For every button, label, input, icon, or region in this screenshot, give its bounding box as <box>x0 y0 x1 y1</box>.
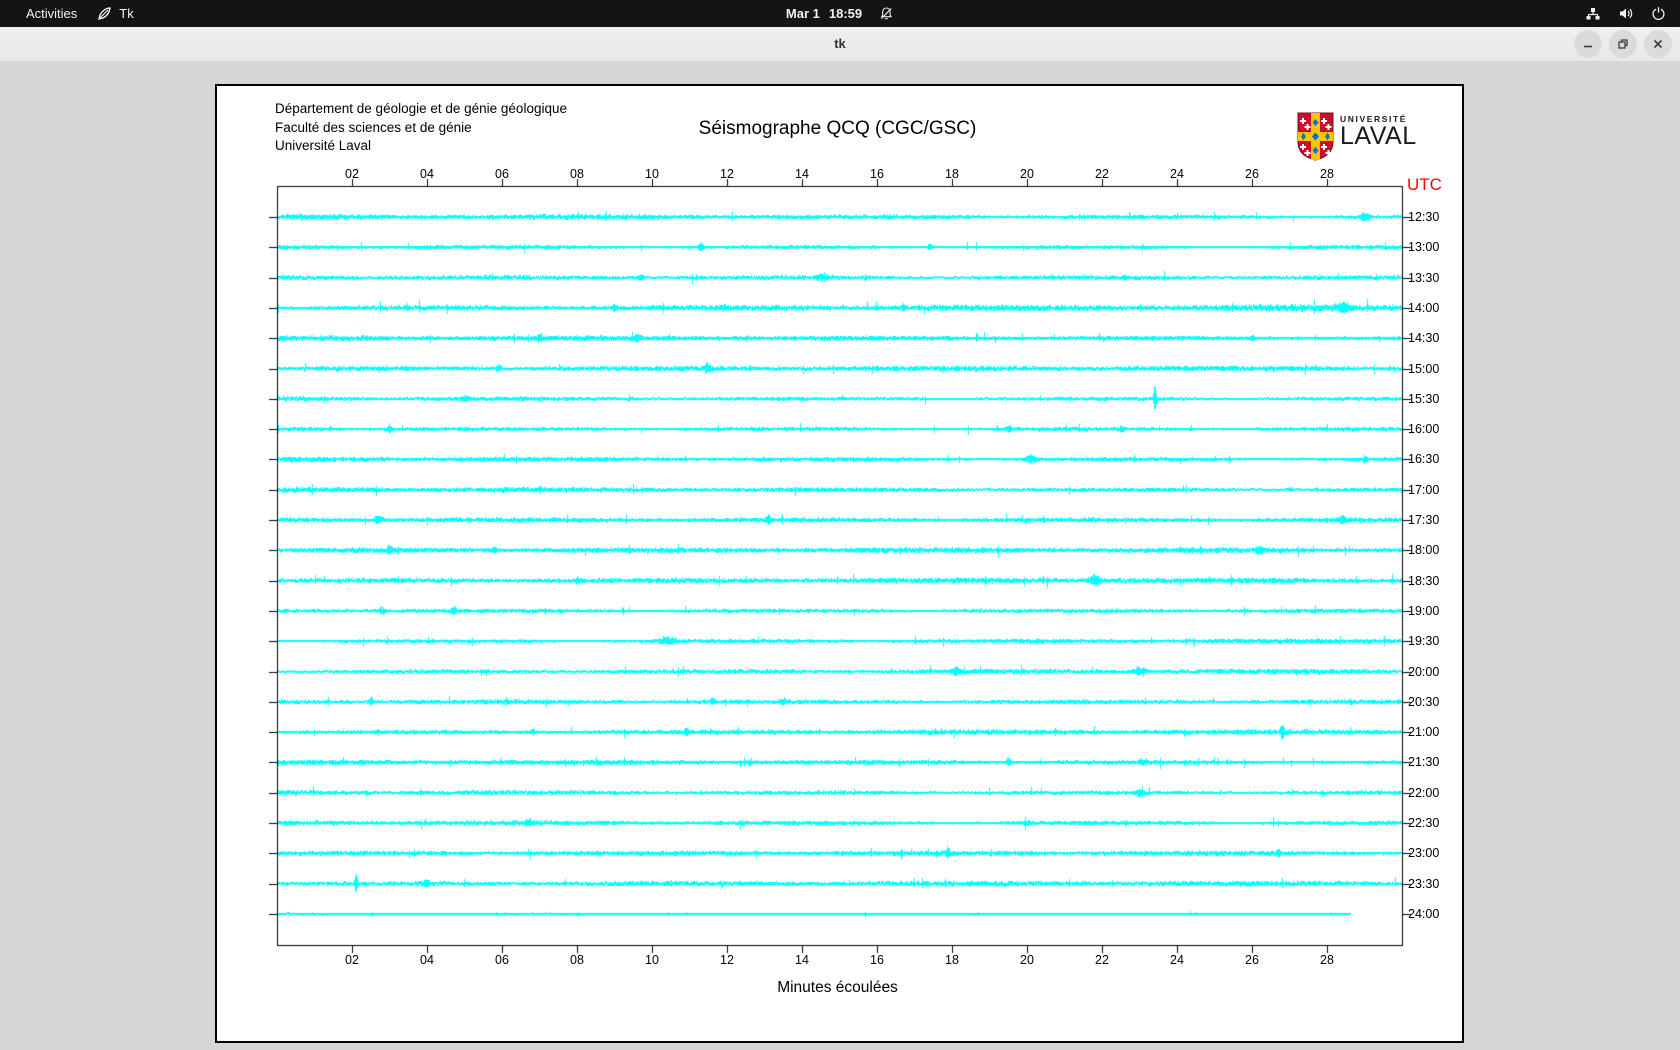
time-label: 12:30 <box>1408 210 1440 224</box>
x-tick-label-bottom: 06 <box>495 953 509 967</box>
x-tick-label-top: 18 <box>945 167 959 181</box>
x-tick-label-bottom: 26 <box>1245 953 1259 967</box>
time-label: 20:00 <box>1408 664 1440 679</box>
logo-laval-label: LAVAL <box>1340 122 1417 150</box>
x-tick-label-bottom: 24 <box>1170 953 1184 967</box>
time-label: 20:30 <box>1408 694 1440 709</box>
wired-network-icon <box>1585 6 1601 21</box>
x-tick-label-bottom: 20 <box>1020 953 1034 967</box>
window-titlebar: tk <box>0 27 1680 62</box>
minimize-button[interactable] <box>1574 30 1602 58</box>
seismogram-canvas <box>217 86 1462 1041</box>
time-label: 15:00 <box>1408 361 1440 376</box>
time-label: 21:30 <box>1408 755 1440 770</box>
time-label: 19:00 <box>1408 603 1440 618</box>
time-label: 23:30 <box>1408 876 1440 891</box>
time-label: 13:00 <box>1408 240 1440 255</box>
x-tick-label-bottom: 04 <box>420 953 434 967</box>
x-tick-label-bottom: 16 <box>870 953 884 967</box>
laval-logo: UNIVERSITÉ LAVAL <box>1297 112 1417 166</box>
tk-root-window: Département de géologie et de génie géol… <box>0 61 1680 1050</box>
system-status-area[interactable] <box>1585 0 1666 27</box>
restore-button[interactable] <box>1609 30 1637 58</box>
x-tick-label-bottom: 12 <box>720 953 734 967</box>
time-label: 22:30 <box>1408 816 1440 830</box>
time-label: 18:30 <box>1408 573 1440 588</box>
x-tick-label-top: 04 <box>420 167 434 181</box>
time-label: 22:00 <box>1408 785 1440 800</box>
institution-line: Département de géologie et de génie géol… <box>275 101 567 116</box>
laval-shield-icon <box>1297 112 1334 166</box>
page-title: Séismographe QCQ (CGC/GSC) <box>698 118 977 139</box>
time-label: 18:00 <box>1408 543 1440 558</box>
x-tick-label-top: 02 <box>345 167 359 181</box>
gnome-top-bar: Activities Tk Mar 1 18:59 <box>0 0 1680 27</box>
utc-label: UTC <box>1407 175 1442 194</box>
x-tick-label-top: 26 <box>1245 167 1259 181</box>
window-title: tk <box>834 36 846 51</box>
clock-menu[interactable]: Mar 1 18:59 <box>786 0 894 27</box>
seismograph-panel: Département de géologie et de génie géol… <box>215 84 1464 1043</box>
time-label: 16:30 <box>1408 452 1440 467</box>
volume-icon <box>1618 6 1634 21</box>
time-label: 24:00 <box>1408 906 1440 921</box>
time-label: 18:59 <box>828 6 863 21</box>
x-tick-label-top: 08 <box>570 167 584 181</box>
app-menu[interactable]: Tk <box>87 0 143 27</box>
x-tick-label-bottom: 22 <box>1095 953 1109 967</box>
x-tick-label-top: 24 <box>1170 167 1184 181</box>
x-tick-label-bottom: 08 <box>570 953 584 967</box>
app-menu-label: Tk <box>119 6 134 21</box>
x-tick-label-bottom: 14 <box>795 953 809 967</box>
x-axis-title: Minutes écoulées <box>777 979 898 996</box>
x-tick-label-bottom: 10 <box>645 953 659 967</box>
time-label: 17:30 <box>1408 513 1440 527</box>
x-tick-label-top: 28 <box>1320 167 1334 181</box>
time-label: 23:00 <box>1408 846 1440 861</box>
power-icon <box>1651 6 1666 21</box>
x-tick-label-bottom: 28 <box>1320 953 1334 967</box>
time-label: 13:30 <box>1408 270 1440 285</box>
notifications-muted-icon <box>879 6 894 21</box>
time-label: 17:00 <box>1408 482 1440 497</box>
x-tick-label-bottom: 18 <box>945 953 959 967</box>
tk-feather-icon <box>97 6 112 21</box>
time-label: 15:30 <box>1408 391 1440 406</box>
activities-button[interactable]: Activities <box>16 0 87 27</box>
date-label: Mar 1 <box>785 6 820 21</box>
x-tick-label-bottom: 02 <box>345 953 359 967</box>
time-label: 14:30 <box>1408 331 1440 346</box>
x-tick-label-top: 20 <box>1020 167 1034 181</box>
x-tick-label-top: 06 <box>495 167 509 181</box>
time-label: 16:00 <box>1408 422 1440 437</box>
desktop: Activities Tk Mar 1 18:59 tk Département… <box>0 0 1680 1050</box>
time-label: 14:00 <box>1408 300 1440 315</box>
time-label: 19:30 <box>1408 634 1440 649</box>
x-tick-label-top: 22 <box>1095 167 1109 181</box>
time-label: 21:00 <box>1408 725 1440 740</box>
x-tick-label-top: 10 <box>645 167 659 181</box>
x-tick-label-top: 14 <box>795 167 809 181</box>
x-tick-label-top: 16 <box>870 167 884 181</box>
x-tick-label-top: 12 <box>720 167 734 181</box>
close-button[interactable] <box>1644 30 1672 58</box>
